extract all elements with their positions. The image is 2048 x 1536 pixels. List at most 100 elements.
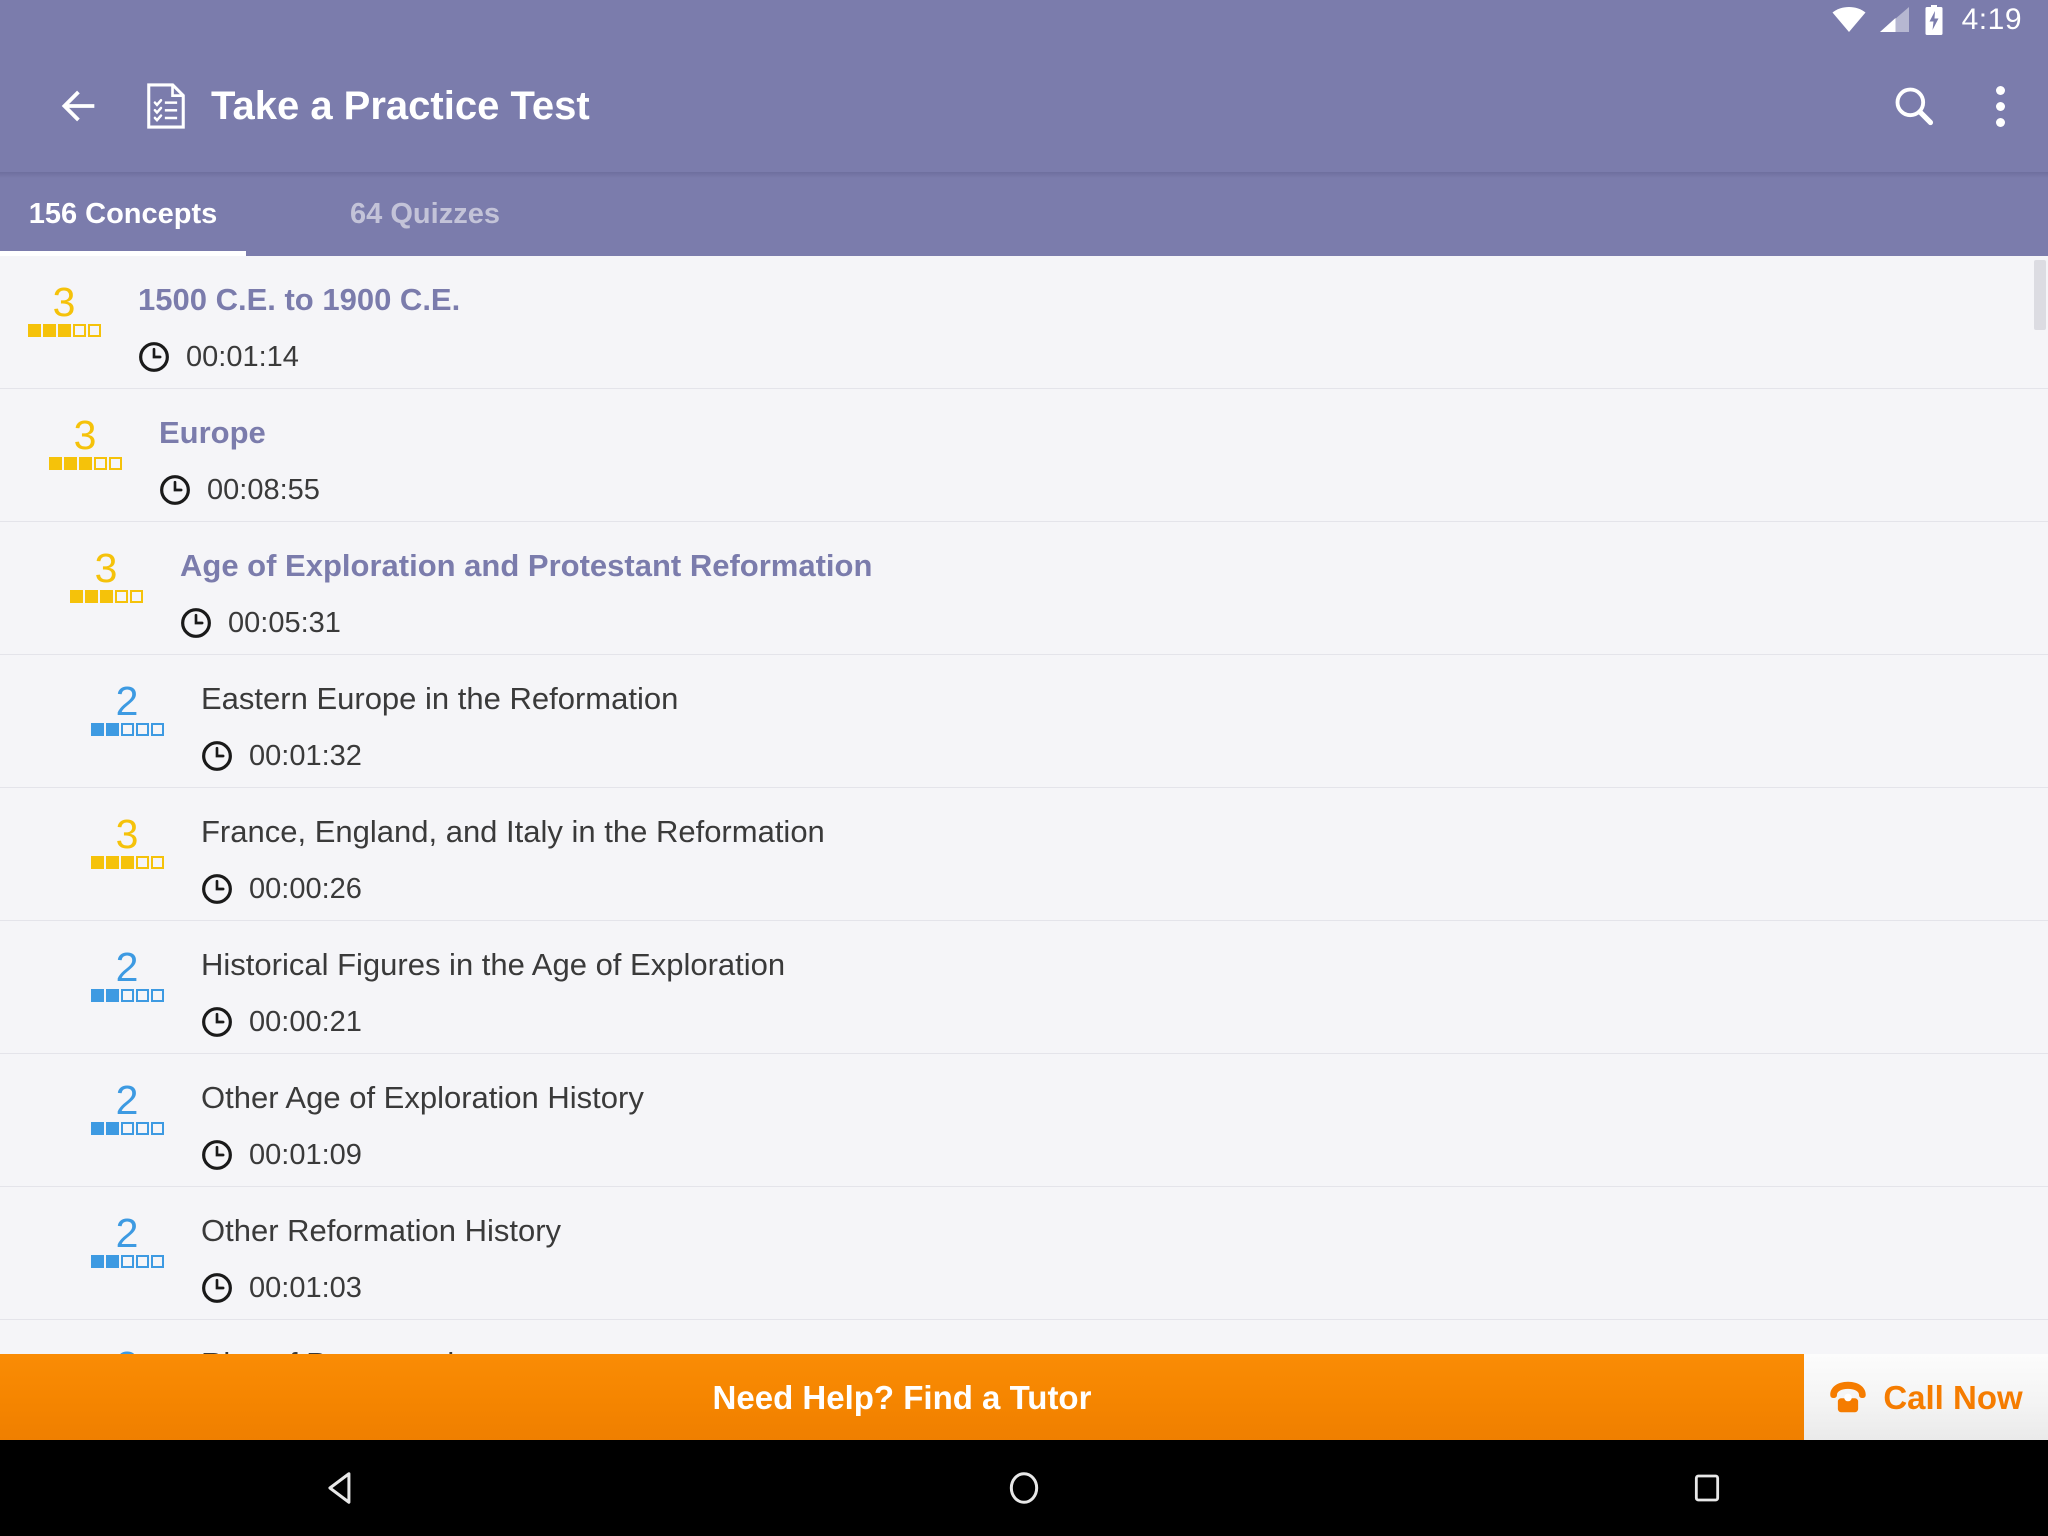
nav-recents-icon: [1694, 1474, 1719, 1502]
list-scrollbar-thumb[interactable]: [2034, 260, 2046, 330]
concept-time: 00:01:03: [249, 1271, 362, 1304]
mastery-square-empty: [129, 590, 143, 603]
mastery-level-number: 3: [52, 279, 76, 325]
concept-row-body: Eastern Europe in the Reformation 00:01:3…: [201, 655, 2028, 772]
concept-time-row: 00:01:14: [138, 315, 2028, 373]
concept-row-body: Other Reformation History 00:01:03: [201, 1187, 2028, 1304]
battery-charging-icon: [1925, 5, 1943, 35]
concept-time-row: 00:01:09: [201, 1113, 2028, 1171]
mastery-squares: [81, 1122, 173, 1135]
search-icon[interactable]: [1892, 84, 1936, 128]
mastery-square-empty: [135, 723, 149, 736]
mastery-badge: 3: [39, 415, 131, 470]
concept-row[interactable]: 2 Historical Figures in the Age of Explor…: [0, 921, 2048, 1054]
concept-time-row: 00:01:03: [201, 1246, 2028, 1304]
concept-title: Europe: [159, 415, 266, 450]
concept-row-body: 1500 C.E. to 1900 C.E. 00:01:14: [138, 256, 2028, 373]
mastery-square-empty: [93, 457, 107, 470]
mastery-square-filled: [78, 457, 92, 470]
mastery-square-empty: [120, 1122, 134, 1135]
app-root: 4:19 Take a Practice Test 156 Concepts 6…: [0, 0, 2048, 1536]
nav-home-button[interactable]: [683, 1440, 1366, 1536]
concept-row[interactable]: 2 Other Age of Exploration History 00:01:0…: [0, 1054, 2048, 1187]
concept-time: 00:08:55: [207, 473, 320, 506]
mastery-squares: [81, 1255, 173, 1268]
clock-icon: [202, 741, 232, 771]
nav-back-icon: [328, 1472, 351, 1504]
mastery-square-filled: [90, 1122, 104, 1135]
status-bar: 4:19: [0, 0, 2048, 40]
concept-list[interactable]: 3 1500 C.E. to 1900 C.E. 00:01:14 3 Europe 00…: [0, 256, 2048, 1354]
concept-row[interactable]: 2 Other Reformation History 00:01:03: [0, 1187, 2048, 1320]
concept-time-row: 00:00:21: [201, 980, 2028, 1038]
wifi-icon: [1832, 7, 1866, 32]
concept-time-row: 00:05:31: [180, 581, 2028, 639]
mastery-square-empty: [135, 1122, 149, 1135]
mastery-level-number: 2: [81, 1346, 173, 1355]
concept-row[interactable]: 3 Europe 00:08:55: [0, 389, 2048, 522]
mastery-squares: [81, 856, 173, 869]
mastery-level-number: 2: [115, 1077, 139, 1123]
practice-test-document-icon: [147, 83, 185, 129]
mastery-square-filled: [90, 856, 104, 869]
app-bar: Take a Practice Test: [0, 40, 2048, 172]
mastery-level-number: 3: [73, 412, 97, 458]
page-title: Take a Practice Test: [211, 84, 590, 128]
clock-icon: [202, 874, 232, 904]
mastery-level-number: 2: [115, 944, 139, 990]
mastery-square-filled: [105, 856, 119, 869]
mastery-badge: 3: [81, 814, 173, 869]
concept-time-row: 00:08:55: [159, 448, 2028, 506]
mastery-square-empty: [135, 1255, 149, 1268]
mastery-square-filled: [27, 324, 41, 337]
tab-concepts[interactable]: 156 Concepts: [0, 178, 246, 256]
mastery-square-filled: [120, 856, 134, 869]
mastery-level-number: 2: [115, 1210, 139, 1256]
back-arrow-icon[interactable]: [56, 83, 102, 129]
concept-row-body: Historical Figures in the Age of Explora…: [201, 921, 2028, 1038]
nav-back-button[interactable]: [0, 1440, 683, 1536]
concept-time: 00:00:21: [249, 1005, 362, 1038]
concept-row[interactable]: 2 Eastern Europe in the Reformation 00:01:…: [0, 655, 2048, 788]
mastery-square-filled: [105, 723, 119, 736]
concept-row-body: Age of Exploration and Protestant Reform…: [180, 522, 2028, 639]
mastery-badge: 2: [81, 1080, 173, 1135]
clock-icon: [139, 342, 169, 372]
tab-quizzes[interactable]: 64 Quizzes: [302, 178, 548, 256]
nav-recents-button[interactable]: [1365, 1440, 2048, 1536]
concept-row[interactable]: 3 France, England, and Italy in the Refor…: [0, 788, 2048, 921]
overflow-menu-icon[interactable]: [1978, 84, 2022, 128]
concept-row[interactable]: 3 1500 C.E. to 1900 C.E. 00:01:14: [0, 256, 2048, 389]
concept-row[interactable]: 3 Age of Exploration and Protestant Refor…: [0, 522, 2048, 655]
clock-icon: [181, 608, 211, 638]
mastery-square-filled: [90, 989, 104, 1002]
mastery-badge: 2: [81, 1213, 173, 1268]
tutor-banner: Need Help? Find a Tutor Call Now: [0, 1354, 2048, 1440]
mastery-square-filled: [84, 590, 98, 603]
mastery-squares: [81, 723, 173, 736]
mastery-badge: 3: [60, 548, 152, 603]
concept-time: 00:00:26: [249, 872, 362, 905]
mastery-square-filled: [48, 457, 62, 470]
clock-icon: [202, 1140, 232, 1170]
mastery-square-filled: [42, 324, 56, 337]
concept-time-row: 00:01:32: [201, 714, 2028, 772]
mastery-square-filled: [99, 590, 113, 603]
mastery-square-filled: [105, 1122, 119, 1135]
status-bar-clock: 4:19: [1961, 3, 2022, 36]
concept-title: Other Age of Exploration History: [201, 1080, 644, 1115]
mastery-square-empty: [150, 989, 164, 1002]
mastery-square-empty: [150, 856, 164, 869]
concept-title: France, England, and Italy in the Reform…: [201, 814, 825, 849]
find-a-tutor-button[interactable]: Need Help? Find a Tutor: [0, 1354, 1804, 1440]
call-now-button[interactable]: Call Now: [1804, 1354, 2048, 1440]
mastery-squares: [81, 989, 173, 1002]
concept-row[interactable]: 2 Rise of Protestantism: [0, 1320, 2048, 1354]
nav-home-icon: [1009, 1472, 1039, 1504]
concept-title: Rise of Protestantism: [201, 1320, 2028, 1354]
clock-icon: [202, 1007, 232, 1037]
phone-icon: [1830, 1381, 1867, 1413]
mastery-square-empty: [135, 856, 149, 869]
concept-row-body: Rise of Protestantism: [201, 1320, 2028, 1354]
mastery-square-empty: [150, 723, 164, 736]
